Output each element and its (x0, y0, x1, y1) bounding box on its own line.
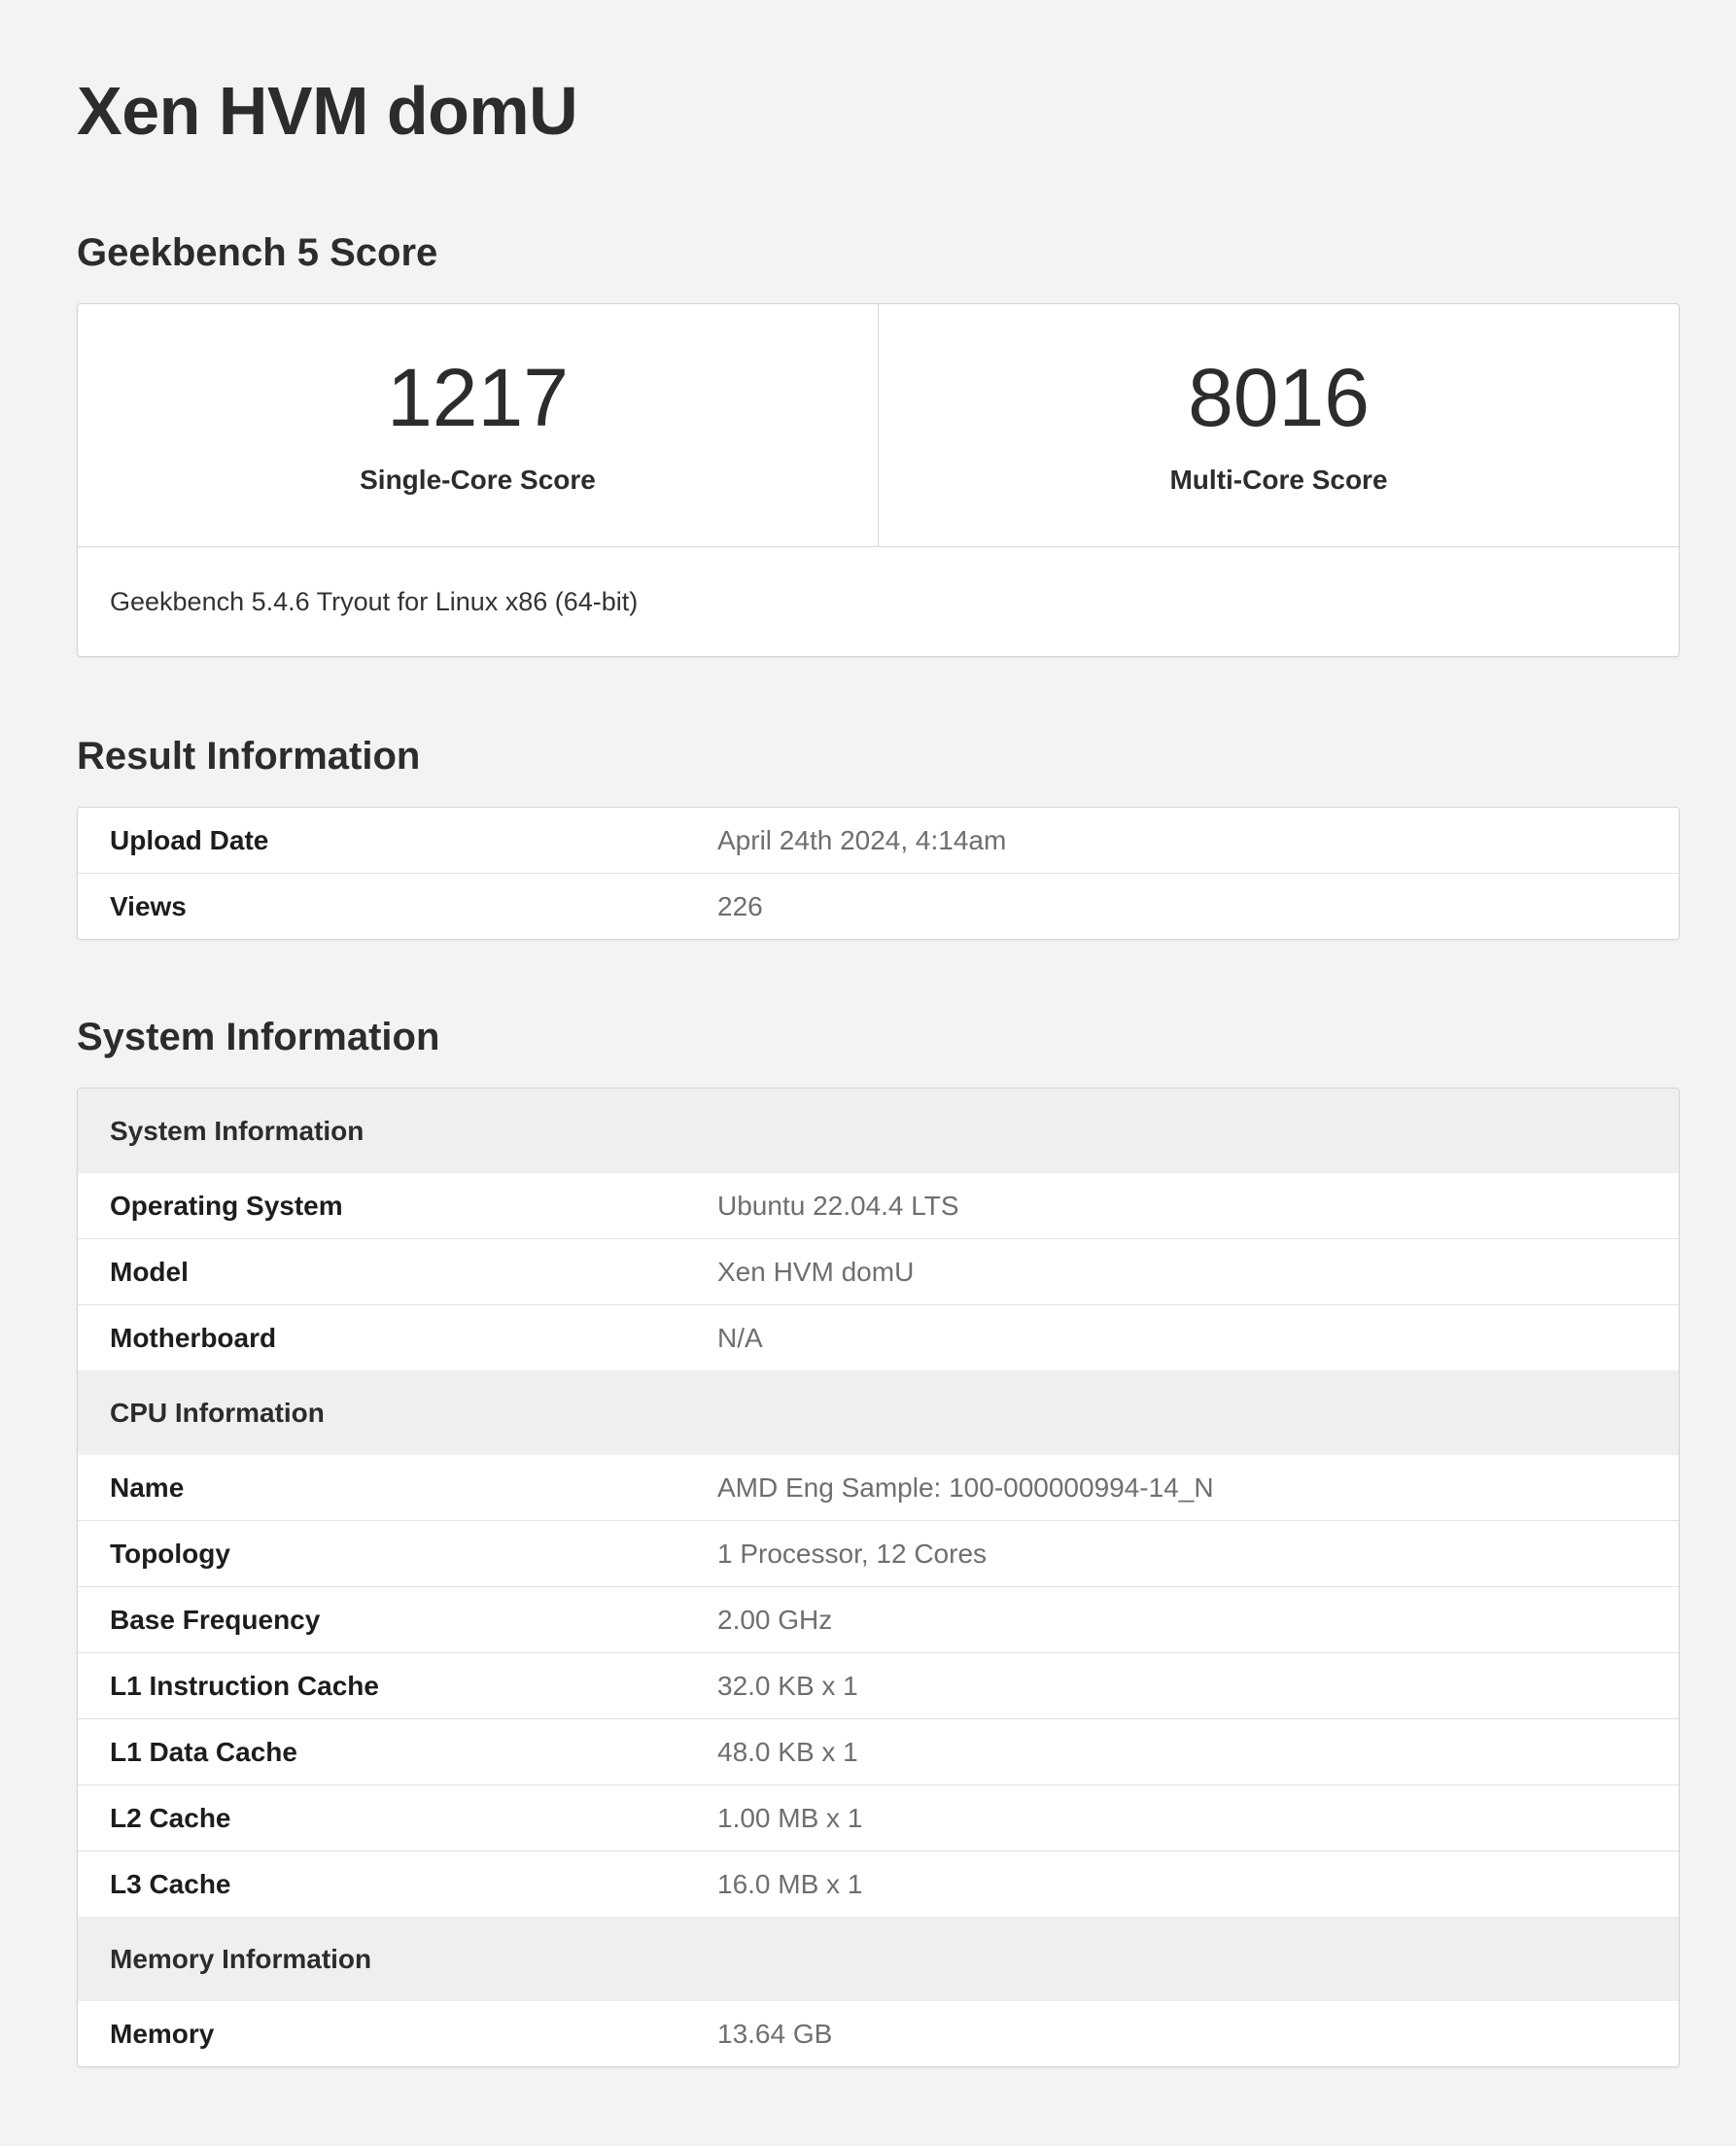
system-info-card: System Information Operating System Ubun… (77, 1088, 1680, 2067)
l1-instruction-cache-label: L1 Instruction Cache (110, 1670, 379, 1701)
result-info-card: Upload Date April 24th 2024, 4:14am View… (77, 807, 1680, 940)
l2-cache-value: 1.00 MB x 1 (717, 1802, 863, 1833)
base-frequency-value: 2.00 GHz (717, 1604, 833, 1635)
l3-cache-label: L3 Cache (110, 1868, 231, 1899)
table-row: L1 Instruction Cache 32.0 KB x 1 (78, 1652, 1679, 1718)
cpu-info-group-header: CPU Information (78, 1370, 1679, 1455)
table-row: Views 226 (78, 873, 1679, 939)
geekbench-version: Geekbench 5.4.6 Tryout for Linux x86 (64… (110, 587, 639, 616)
result-section-title: Result Information (77, 735, 421, 778)
cpu-name-label: Name (110, 1471, 185, 1503)
upload-date-label: Upload Date (110, 824, 269, 855)
topology-label: Topology (110, 1538, 230, 1569)
table-row: Name AMD Eng Sample: 100-000000994-14_N (78, 1455, 1679, 1520)
os-value: Ubuntu 22.04.4 LTS (717, 1190, 959, 1221)
model-value: Xen HVM domU (717, 1256, 915, 1287)
l1-instruction-cache-value: 32.0 KB x 1 (717, 1670, 858, 1701)
table-row: L3 Cache 16.0 MB x 1 (78, 1851, 1679, 1917)
table-row: Operating System Ubuntu 22.04.4 LTS (78, 1173, 1679, 1238)
multi-core-score-label: Multi-Core Score (1169, 465, 1388, 495)
table-row: Memory 13.64 GB (78, 2001, 1679, 2066)
views-value: 226 (717, 890, 763, 921)
multi-core-score-value: 8016 (1188, 352, 1370, 443)
l2-cache-label: L2 Cache (110, 1802, 231, 1833)
score-section-title: Geekbench 5 Score (77, 231, 438, 274)
single-core-score-value: 1217 (387, 352, 569, 443)
memory-value: 13.64 GB (717, 2018, 833, 2049)
system-section-title: System Information (77, 1016, 440, 1058)
single-core-score-cell: 1217 Single-Core Score (78, 304, 878, 546)
memory-label: Memory (110, 2018, 215, 2049)
motherboard-label: Motherboard (110, 1322, 277, 1353)
single-core-score-label: Single-Core Score (360, 465, 596, 495)
table-row: Model Xen HVM domU (78, 1238, 1679, 1304)
model-label: Model (110, 1256, 189, 1287)
views-label: Views (110, 890, 187, 921)
table-row: Motherboard N/A (78, 1304, 1679, 1370)
table-row: L2 Cache 1.00 MB x 1 (78, 1784, 1679, 1851)
system-info-group-header: System Information (78, 1089, 1679, 1173)
page-title: Xen HVM domU (77, 73, 578, 149)
motherboard-value: N/A (717, 1322, 763, 1353)
cpu-name-value: AMD Eng Sample: 100-000000994-14_N (717, 1471, 1214, 1503)
multi-core-score-cell: 8016 Multi-Core Score (878, 304, 1679, 546)
topology-value: 1 Processor, 12 Cores (717, 1538, 988, 1569)
table-row: L1 Data Cache 48.0 KB x 1 (78, 1718, 1679, 1784)
l1-data-cache-value: 48.0 KB x 1 (717, 1736, 858, 1767)
table-row: Base Frequency 2.00 GHz (78, 1586, 1679, 1652)
memory-info-group-header: Memory Information (78, 1917, 1679, 2001)
upload-date-value: April 24th 2024, 4:14am (717, 824, 1007, 855)
table-row: Upload Date April 24th 2024, 4:14am (78, 808, 1679, 873)
base-frequency-label: Base Frequency (110, 1604, 321, 1635)
l3-cache-value: 16.0 MB x 1 (717, 1868, 863, 1899)
os-label: Operating System (110, 1190, 343, 1221)
score-row: 1217 Single-Core Score 8016 Multi-Core S… (78, 304, 1679, 547)
table-row: Topology 1 Processor, 12 Cores (78, 1520, 1679, 1586)
l1-data-cache-label: L1 Data Cache (110, 1736, 297, 1767)
score-card: 1217 Single-Core Score 8016 Multi-Core S… (77, 303, 1680, 657)
